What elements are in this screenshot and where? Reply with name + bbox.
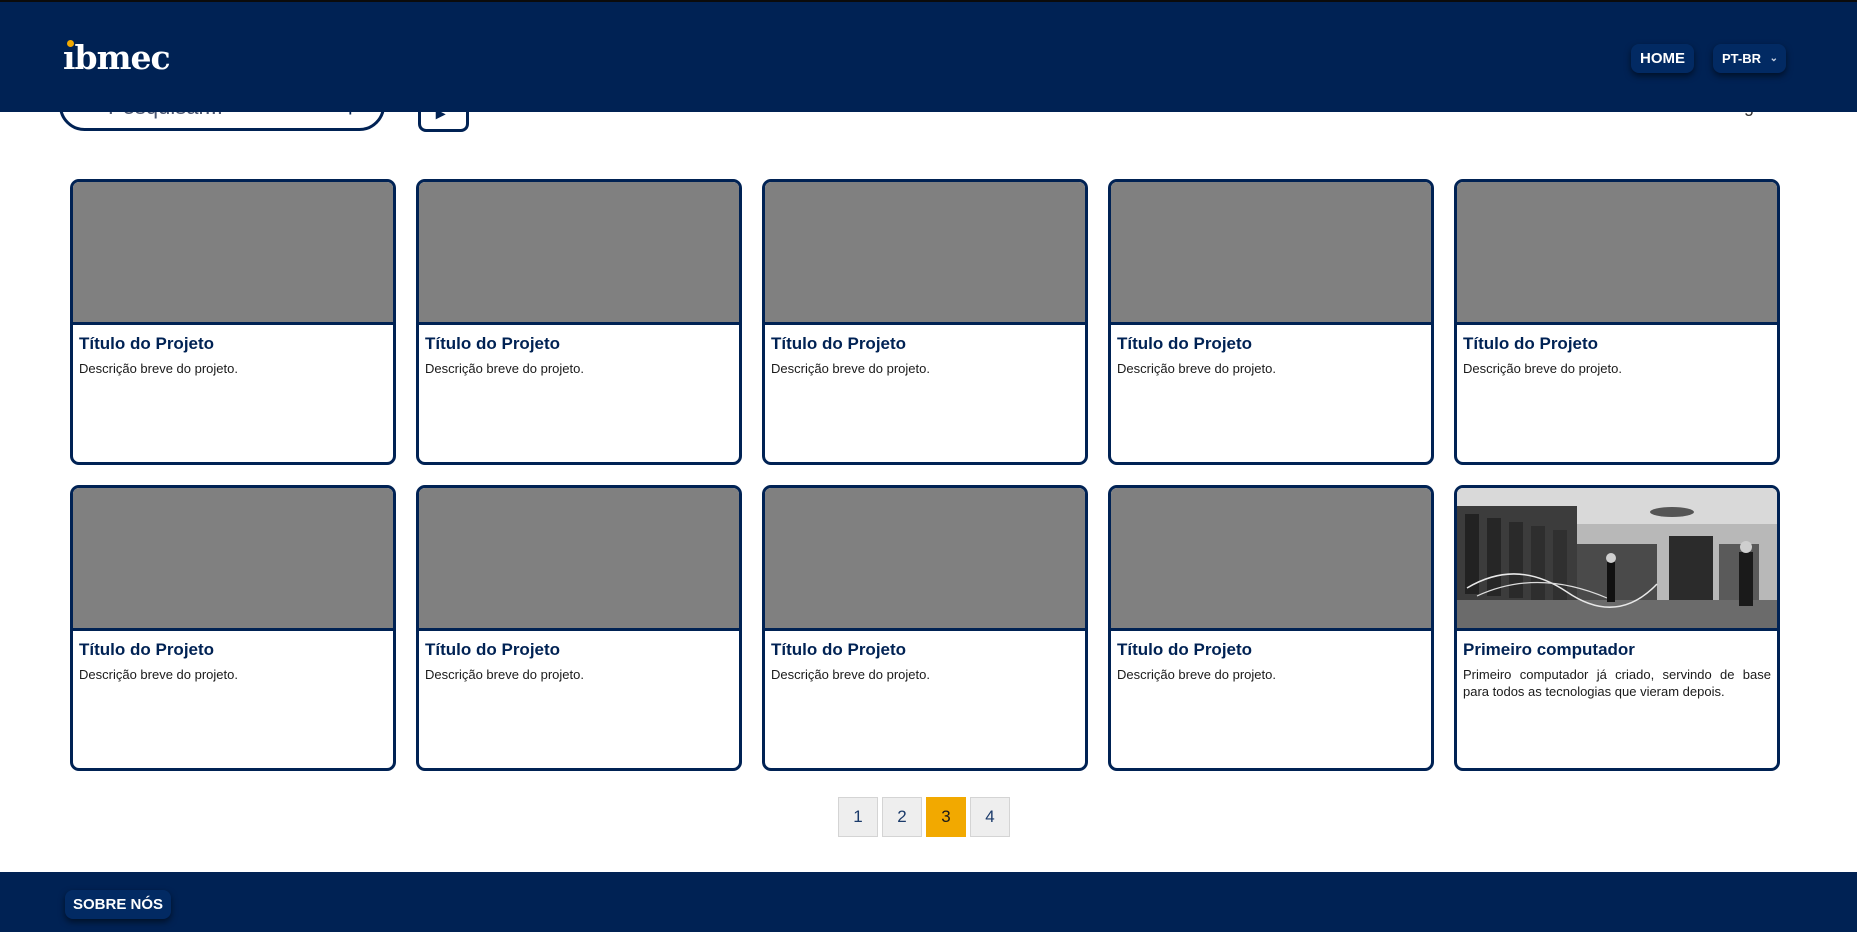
project-description: Descrição breve do projeto. (771, 667, 930, 682)
page-button-1[interactable]: 1 (838, 797, 878, 837)
project-title: Título do Projeto (1117, 640, 1253, 659)
project-title: Título do Projeto (79, 640, 215, 659)
pagination: 1 2 3 4 (838, 797, 1010, 837)
project-image-placeholder (765, 488, 1085, 631)
project-card[interactable]: Título do Projeto Descrição breve do pro… (762, 485, 1088, 771)
project-grid: Título do Projeto Descrição breve do pro… (70, 179, 1780, 771)
project-card[interactable]: Título do Projeto Descrição breve do pro… (416, 179, 742, 465)
logo-text: ıbmec (63, 38, 171, 77)
project-description: Descrição breve do projeto. (1463, 361, 1622, 376)
page-button-3-current[interactable]: 3 (926, 797, 966, 837)
project-title: Título do Projeto (425, 640, 561, 659)
project-card[interactable]: Título do Projeto Descrição breve do pro… (1454, 179, 1780, 465)
project-card[interactable]: Primeiro computador Primeiro computador … (1454, 485, 1780, 771)
project-description: Descrição breve do projeto. (1117, 667, 1276, 682)
ibmec-logo[interactable]: ıbmec (63, 38, 171, 77)
project-description: Descrição breve do projeto. (425, 361, 584, 376)
footer: SOBRE NÓS (0, 872, 1857, 932)
project-card[interactable]: Título do Projeto Descrição breve do pro… (1108, 179, 1434, 465)
about-us-button[interactable]: SOBRE NÓS (65, 890, 172, 919)
project-image-placeholder (1111, 488, 1431, 631)
page-button-2[interactable]: 2 (882, 797, 922, 837)
project-card[interactable]: Título do Projeto Descrição breve do pro… (1108, 485, 1434, 771)
project-title: Título do Projeto (1117, 334, 1253, 353)
project-description: Descrição breve do projeto. (425, 667, 584, 682)
computer-room-photo (1457, 488, 1777, 631)
chevron-down-icon: ⌄ (1769, 53, 1778, 64)
project-title: Título do Projeto (79, 334, 215, 353)
project-card[interactable]: Título do Projeto Descrição breve do pro… (416, 485, 742, 771)
project-image-placeholder (765, 182, 1085, 325)
home-button[interactable]: HOME (1631, 44, 1694, 73)
project-title: Primeiro computador (1463, 640, 1635, 659)
project-image-placeholder (419, 488, 739, 631)
project-description: Primeiro computador já criado, servindo … (1463, 667, 1771, 699)
project-card[interactable]: Título do Projeto Descrição breve do pro… (70, 179, 396, 465)
project-image-placeholder (73, 488, 393, 631)
project-description: Descrição breve do projeto. (771, 361, 930, 376)
project-title: Título do Projeto (1463, 334, 1599, 353)
project-title: Título do Projeto (771, 640, 907, 659)
project-image-placeholder (1111, 182, 1431, 325)
project-title: Título do Projeto (425, 334, 561, 353)
logo-accent-dot (67, 40, 74, 47)
language-select[interactable]: PT-BR ⌄ (1713, 44, 1786, 73)
top-header: ıbmec HOME PT-BR ⌄ (0, 0, 1857, 112)
project-image-placeholder (419, 182, 739, 325)
eniac-photo-illustration (1457, 488, 1777, 628)
project-description: Descrição breve do projeto. (1117, 361, 1276, 376)
project-image-placeholder (1457, 182, 1777, 325)
project-description: Descrição breve do projeto. (79, 667, 238, 682)
project-title: Título do Projeto (771, 334, 907, 353)
language-label: PT-BR (1722, 51, 1761, 66)
page-button-4[interactable]: 4 (970, 797, 1010, 837)
project-card[interactable]: Título do Projeto Descrição breve do pro… (762, 179, 1088, 465)
project-card[interactable]: Título do Projeto Descrição breve do pro… (70, 485, 396, 771)
project-image-placeholder (73, 182, 393, 325)
project-description: Descrição breve do projeto. (79, 361, 238, 376)
